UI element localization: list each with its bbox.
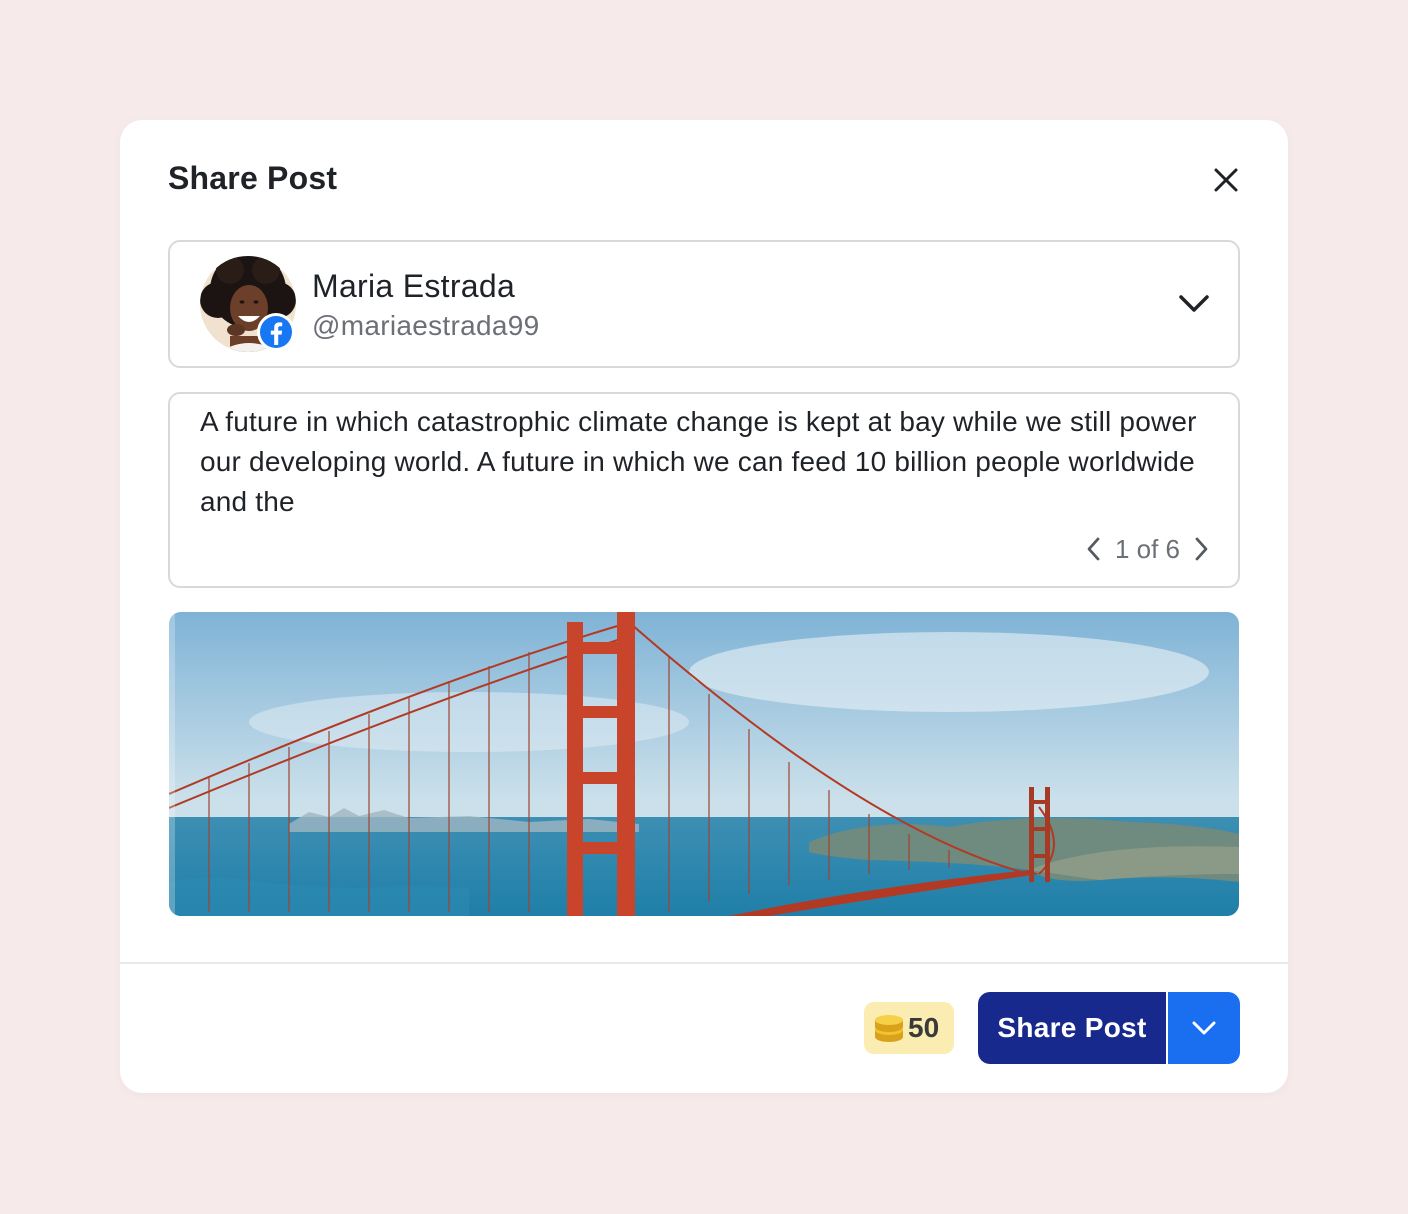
- modal-title: Share Post: [168, 160, 338, 196]
- chevron-down-icon[interactable]: [1176, 290, 1212, 316]
- close-button[interactable]: [1208, 162, 1244, 198]
- credits-value: 50: [908, 1012, 940, 1043]
- account-name: Maria Estrada: [312, 268, 516, 304]
- pager-label: 1 of 6: [1114, 533, 1180, 564]
- account-selector[interactable]: Maria Estrada @mariaestrada99: [168, 240, 1240, 368]
- credits-badge: 50: [864, 1002, 954, 1054]
- share-options-dropdown-button[interactable]: [1168, 992, 1240, 1064]
- chevron-right-icon[interactable]: [1190, 534, 1212, 564]
- chevron-down-icon: [1192, 1021, 1216, 1035]
- share-post-modal: Share Post Maria Estrada @mariaestrada99…: [120, 120, 1288, 1093]
- close-icon: [1214, 168, 1238, 192]
- golden-gate-bridge-photo: [169, 612, 1239, 916]
- post-image: [169, 612, 1239, 916]
- post-text-box[interactable]: A future in which catastrophic climate c…: [168, 392, 1240, 588]
- footer-divider: [120, 962, 1288, 964]
- post-text[interactable]: A future in which catastrophic climate c…: [200, 402, 1210, 522]
- share-post-button[interactable]: Share Post: [978, 992, 1166, 1064]
- account-handle: @mariaestrada99: [312, 310, 540, 341]
- post-pager: 1 of 6: [1083, 532, 1212, 566]
- facebook-icon: [257, 313, 295, 351]
- coins-icon: [875, 1015, 903, 1042]
- chevron-left-icon[interactable]: [1083, 534, 1105, 564]
